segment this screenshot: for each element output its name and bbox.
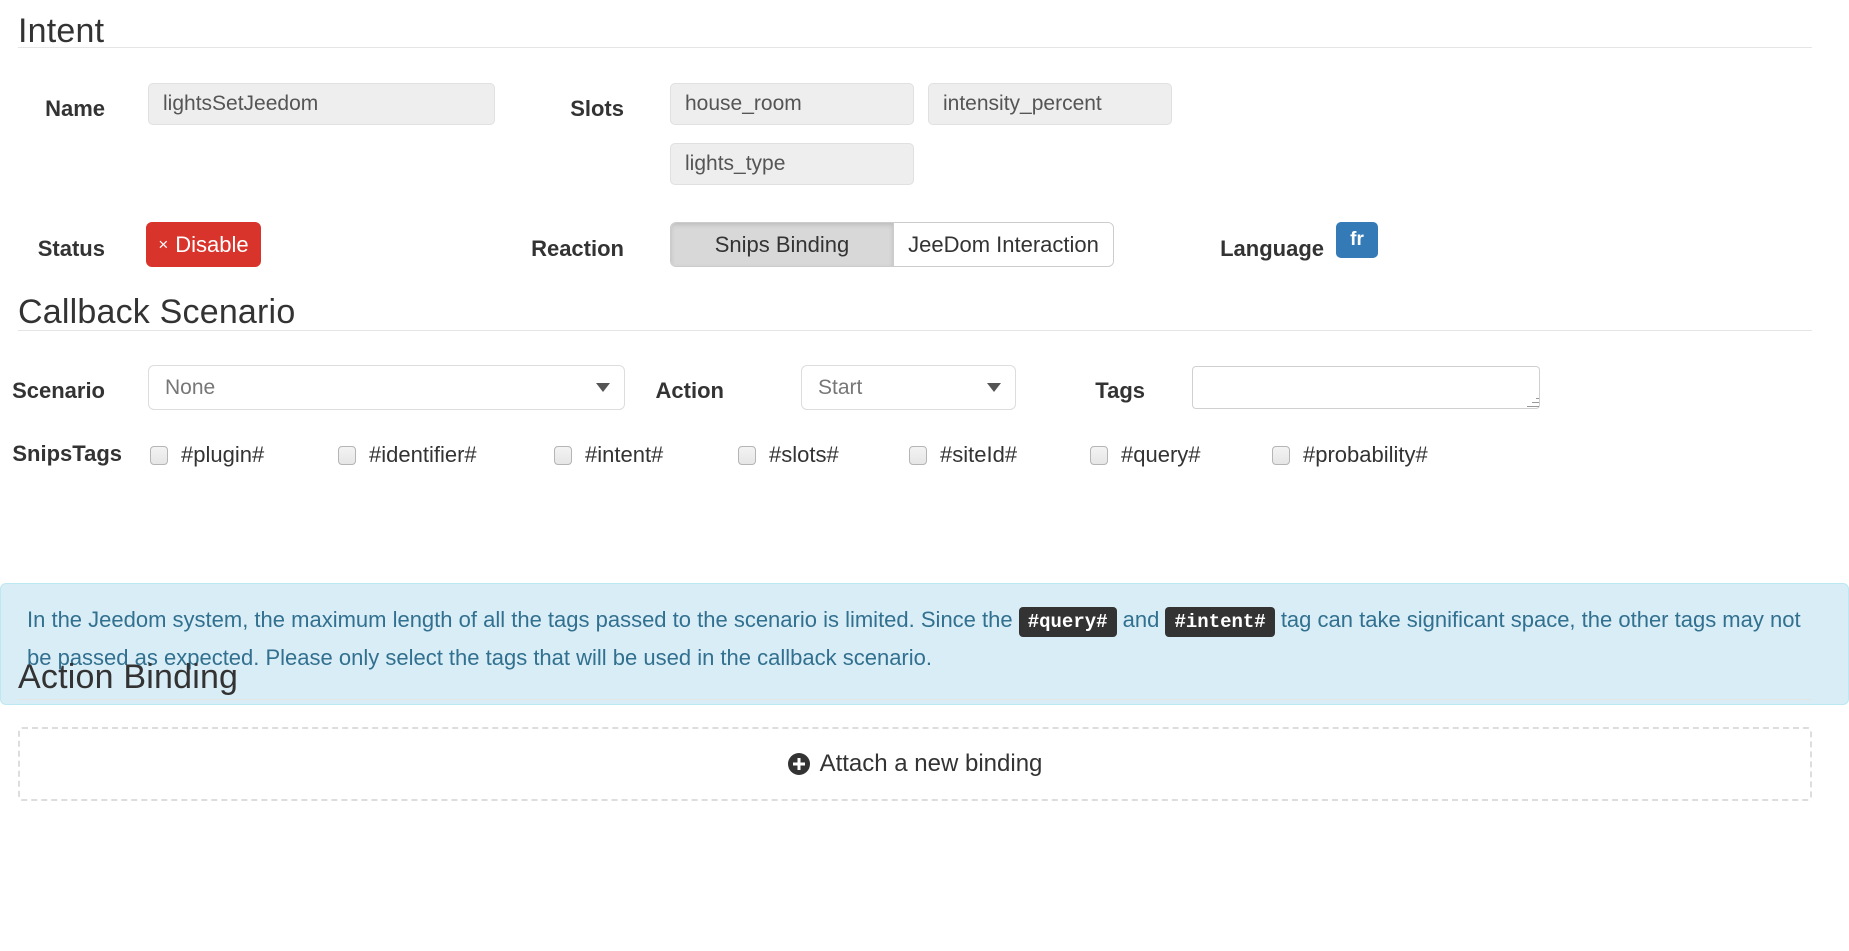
snipstag-item-intent[interactable]: #intent#	[554, 442, 663, 468]
checkbox-siteid[interactable]	[909, 445, 927, 465]
reaction-toggle-group[interactable]: Snips Binding JeeDom Interaction	[670, 222, 1114, 267]
callback-section-divider	[18, 330, 1812, 331]
name-label: Name	[45, 96, 105, 121]
intent-section-divider	[18, 47, 1812, 48]
reaction-option-snips-binding[interactable]: Snips Binding	[671, 223, 893, 266]
checkbox-query[interactable]	[1090, 445, 1108, 465]
checkbox-intent[interactable]	[554, 445, 572, 465]
language-badge-fr[interactable]: fr	[1336, 222, 1378, 258]
tags-label: Tags	[1095, 378, 1145, 403]
checkbox-identifier[interactable]	[338, 445, 356, 465]
alert-code-intent: #intent#	[1165, 607, 1275, 637]
snipstag-item-siteid[interactable]: #siteId#	[909, 442, 1017, 468]
reaction-option-jeedom-interaction[interactable]: JeeDom Interaction	[893, 223, 1113, 266]
snipstag-item-plugin[interactable]: #plugin#	[150, 442, 264, 468]
snipstag-item-query[interactable]: #query#	[1090, 442, 1201, 468]
alert-text-part2: and	[1116, 607, 1166, 632]
slot-input-1[interactable]	[928, 83, 1172, 125]
snipstag-label-slots: #slots#	[769, 442, 839, 467]
snipstag-label-identifier: #identifier#	[369, 442, 477, 467]
attach-binding-label: Attach a new binding	[819, 750, 1043, 777]
slots-label: Slots	[570, 96, 624, 121]
checkbox-probability[interactable]	[1272, 445, 1290, 465]
action-label: Action	[655, 378, 724, 403]
snipstag-item-probability[interactable]: #probability#	[1272, 442, 1428, 468]
checkbox-slots[interactable]	[738, 445, 756, 465]
intent-configuration-page: Intent Name Slots Status × Disable React…	[0, 0, 1849, 951]
snipstag-label-intent: #intent#	[585, 442, 664, 467]
reaction-label: Reaction	[531, 236, 624, 261]
close-icon: ×	[158, 235, 169, 254]
action-binding-section-divider	[18, 699, 1812, 700]
snipstag-label-query: #query#	[1121, 442, 1201, 467]
scenario-select[interactable]: None	[148, 365, 625, 410]
intent-section-heading: Intent	[18, 12, 105, 50]
attach-binding-inner: Attach a new binding	[787, 750, 1043, 778]
tags-textarea[interactable]	[1192, 366, 1540, 409]
status-disable-label: Disable	[175, 231, 249, 257]
scenario-label: Scenario	[12, 378, 105, 403]
language-label: Language	[1220, 236, 1324, 261]
action-select-value: Start	[818, 375, 863, 399]
snipstag-item-identifier[interactable]: #identifier#	[338, 442, 477, 468]
slot-input-0[interactable]	[670, 83, 914, 125]
attach-new-binding-dropzone[interactable]: Attach a new binding	[18, 727, 1812, 801]
checkbox-plugin[interactable]	[150, 445, 168, 465]
plus-circle-icon	[787, 753, 810, 775]
snipstag-label-plugin: #plugin#	[181, 442, 265, 467]
scenario-select-value: None	[165, 375, 216, 399]
status-disable-button[interactable]: × Disable	[146, 222, 261, 267]
status-label: Status	[37, 236, 105, 261]
intent-name-input[interactable]	[148, 83, 495, 125]
alert-text-part1: In the Jeedom system, the maximum length…	[27, 607, 1019, 632]
callback-section-heading: Callback Scenario	[18, 293, 296, 331]
alert-code-query: #query#	[1018, 607, 1117, 637]
snipstag-item-slots[interactable]: #slots#	[738, 442, 839, 468]
snipstags-label: SnipsTags	[12, 441, 122, 466]
snipstag-label-siteid: #siteId#	[940, 442, 1018, 467]
tags-length-warning-alert: In the Jeedom system, the maximum length…	[0, 583, 1849, 705]
action-binding-section-heading: Action Binding	[18, 658, 239, 696]
slot-input-2[interactable]	[670, 143, 914, 185]
snipstag-label-probability: #probability#	[1303, 442, 1428, 467]
